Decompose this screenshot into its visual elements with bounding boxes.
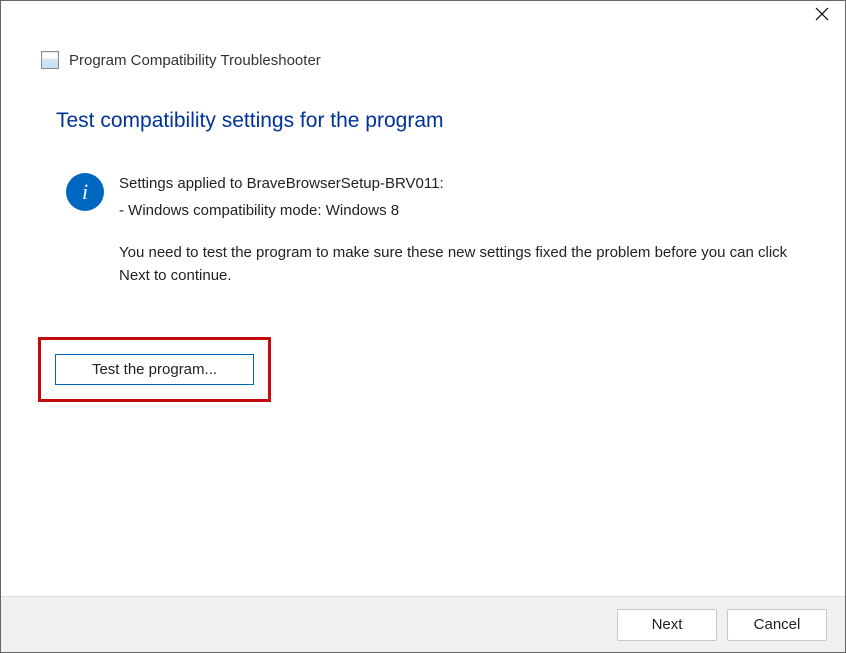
next-button[interactable]: Next: [617, 609, 717, 641]
header-title: Program Compatibility Troubleshooter: [69, 52, 321, 69]
info-text: Settings applied to BraveBrowserSetup-BR…: [119, 173, 795, 291]
close-icon: [815, 7, 829, 26]
info-icon: i: [66, 173, 104, 211]
titlebar: [1, 1, 845, 31]
content: Test compatibility settings for the prog…: [1, 79, 845, 291]
close-button[interactable]: [807, 4, 837, 28]
test-program-button[interactable]: Test the program...: [55, 354, 254, 385]
compat-mode-line: - Windows compatibility mode: Windows 8: [119, 200, 795, 223]
troubleshooter-icon: [41, 51, 59, 69]
instruction-text: You need to test the program to make sur…: [119, 242, 795, 287]
settings-applied-line: Settings applied to BraveBrowserSetup-BR…: [119, 173, 795, 196]
header: Program Compatibility Troubleshooter: [1, 31, 845, 79]
page-heading: Test compatibility settings for the prog…: [56, 109, 795, 133]
footer: Next Cancel: [1, 596, 845, 652]
info-section: i Settings applied to BraveBrowserSetup-…: [66, 173, 795, 291]
cancel-button[interactable]: Cancel: [727, 609, 827, 641]
